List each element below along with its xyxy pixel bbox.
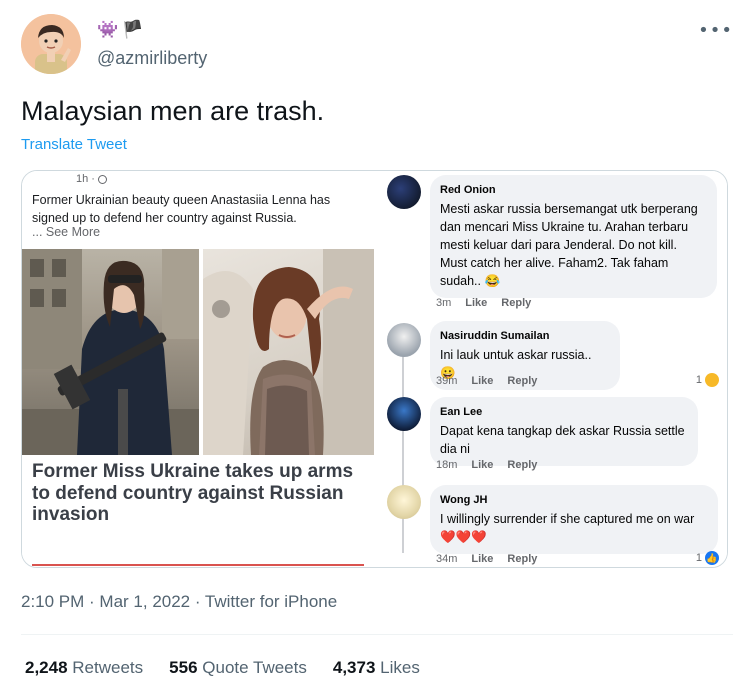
author-avatar[interactable] <box>21 14 81 74</box>
reaction-count: 1 <box>696 373 719 387</box>
haha-reaction-icon <box>705 373 719 387</box>
translate-tweet-link[interactable]: Translate Tweet <box>21 136 127 153</box>
heart-emoji-icon: ❤️❤️❤️ <box>440 530 487 544</box>
article-headline: Former Miss Ukraine takes up arms to def… <box>32 461 354 525</box>
divider <box>21 634 733 635</box>
likes-stat[interactable]: 4,373 Likes <box>333 658 420 678</box>
comment-time: 18m <box>436 459 458 471</box>
comment-meta: 34m Like Reply <box>436 553 537 565</box>
commenter-avatar <box>387 175 421 209</box>
comment-bubble: Red Onion Mesti askar russia bersemangat… <box>430 175 717 298</box>
comment-meta: 3m Like Reply <box>436 297 531 309</box>
comment-time: 3m <box>436 297 452 309</box>
black-flag-icon: 🏴 <box>122 20 144 40</box>
retweets-stat[interactable]: 2,248 Retweets <box>25 658 143 678</box>
headline-underline <box>32 564 364 566</box>
like-action: Like <box>471 375 494 387</box>
like-action: Like <box>465 297 488 309</box>
fb-post-time: 1h · <box>76 173 108 185</box>
comment-meta: 39m Like Reply <box>436 375 537 387</box>
comment-meta: 18m Like Reply <box>436 459 537 471</box>
comment-text-body: Ini lauk untuk askar russia.. <box>440 348 592 362</box>
commenter-name: Wong JH <box>440 494 488 506</box>
retweets-count: 2,248 <box>25 658 68 677</box>
fb-post-time-text: 1h · <box>76 173 99 185</box>
author-display-name[interactable]: 👾 🏴 <box>97 20 143 40</box>
laughing-emoji-icon: 😂 <box>484 274 501 288</box>
thread-line <box>402 329 404 553</box>
reply-action: Reply <box>507 553 538 565</box>
fb-post-caption: Former Ukrainian beauty queen Anastasiia… <box>32 193 331 225</box>
comment-text: Mesti askar russia bersemangat utk berpe… <box>440 200 705 290</box>
commenter-avatar <box>387 323 421 357</box>
like-reaction-icon: 👍 <box>705 551 719 565</box>
commenter-avatar <box>387 397 421 431</box>
globe-icon <box>98 174 108 184</box>
likes-label: Likes <box>380 658 420 677</box>
like-action: Like <box>471 553 494 565</box>
alien-monster-icon: 👾 <box>97 20 119 40</box>
commenter-name: Nasiruddin Sumailan <box>440 330 550 342</box>
comment-bubble: Ean Lee Dapat kena tangkap dek askar Rus… <box>430 397 698 466</box>
quote-tweets-stat[interactable]: 556 Quote Tweets <box>169 658 307 678</box>
likes-count: 4,373 <box>332 658 376 677</box>
reaction-count-number: 1 <box>695 374 702 386</box>
like-action: Like <box>471 459 494 471</box>
soldier-photo <box>22 249 199 455</box>
reply-action: Reply <box>501 297 532 309</box>
reaction-count: 1 👍 <box>696 551 719 565</box>
comment-time: 34m <box>436 553 458 565</box>
tweet-stats: 2,248 Retweets 556 Quote Tweets 4,373 Li… <box>25 658 420 678</box>
fb-comments-screenshot: Red Onion Mesti askar russia bersemangat… <box>374 171 727 567</box>
tweet-text: Malaysian men are trash. <box>21 96 325 126</box>
retweets-label: Retweets <box>72 658 144 677</box>
comment-bubble: Wong JH I willingly surrender if she cap… <box>430 485 718 554</box>
quote-tweets-count: 556 <box>169 658 198 677</box>
comment-text-body: Mesti askar russia bersemangat utk berpe… <box>440 202 698 288</box>
tweet-media-image[interactable]: 1h · Former Ukrainian beauty queen Anast… <box>21 170 728 568</box>
commenter-avatar <box>387 485 421 519</box>
tweet-timestamp[interactable]: 2:10 PM · Mar 1, 2022 · Twitter for iPho… <box>21 592 337 612</box>
comment-text: I willingly surrender if she captured me… <box>440 512 695 526</box>
commenter-name: Red Onion <box>440 184 496 196</box>
commenter-name: Ean Lee <box>440 406 483 418</box>
comment-time: 39m <box>436 375 458 387</box>
fb-see-more: ... See More <box>32 225 101 239</box>
reply-action: Reply <box>507 459 538 471</box>
tweet-header: 👾 🏴 @azmirliberty ••• <box>21 14 733 76</box>
more-horizontal-icon[interactable]: ••• <box>698 20 733 41</box>
comment-text: Dapat kena tangkap dek askar Russia sett… <box>440 424 685 456</box>
reaction-count-number: 1 <box>695 552 702 564</box>
author-handle[interactable]: @azmirliberty <box>97 48 207 69</box>
portrait-photo <box>203 249 374 455</box>
avatar-illustration <box>21 14 81 74</box>
reply-action: Reply <box>507 375 538 387</box>
quote-tweets-label: Quote Tweets <box>202 658 307 677</box>
fb-post-screenshot: 1h · Former Ukrainian beauty queen Anast… <box>22 171 374 567</box>
